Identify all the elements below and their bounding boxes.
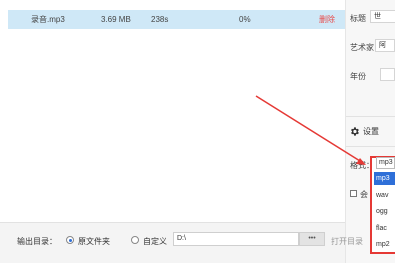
- annotation-arrow: [255, 95, 366, 165]
